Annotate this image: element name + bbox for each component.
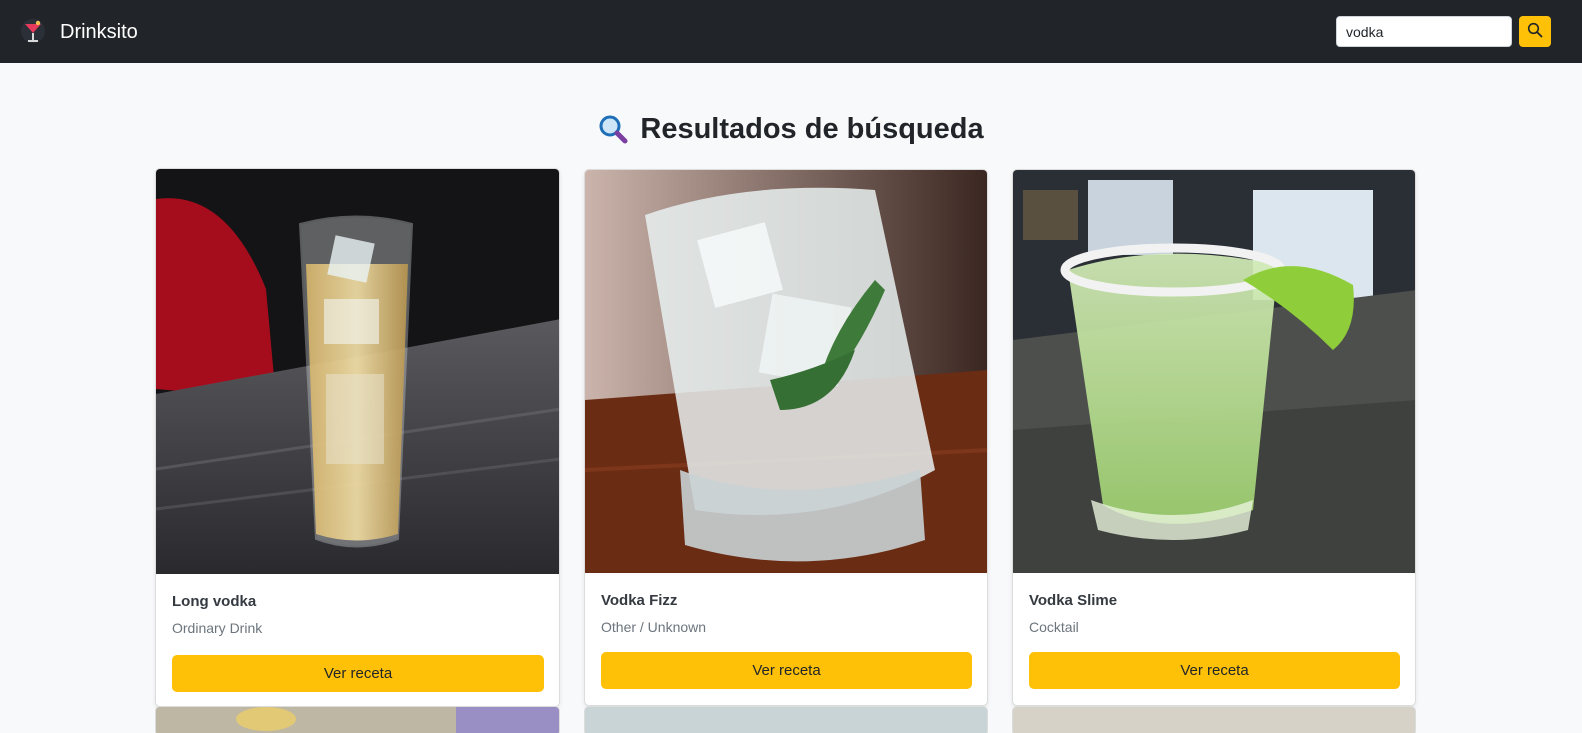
cocktail-logo-icon [20, 18, 46, 46]
drink-image[interactable] [585, 170, 987, 573]
result-card-partial [584, 706, 988, 733]
navbar: Drinksito [0, 0, 1582, 63]
drink-name: Vodka Slime [1029, 592, 1118, 609]
drink-category: Cocktail [1029, 619, 1079, 635]
view-recipe-button[interactable]: Ver receta [172, 655, 544, 692]
drink-image[interactable] [1013, 170, 1415, 573]
result-card: Vodka Slime Cocktail Ver receta [1012, 169, 1416, 706]
result-card: Vodka Fizz Other / Unknown Ver receta [584, 169, 988, 706]
brand-link[interactable]: Drinksito [20, 14, 138, 50]
brand-name: Drinksito [60, 20, 138, 43]
drink-category: Ordinary Drink [172, 620, 263, 636]
search-icon [1527, 22, 1543, 41]
search-button[interactable] [1519, 16, 1551, 47]
result-card: Long vodka Ordinary Drink Ver receta [155, 168, 560, 707]
view-recipe-button[interactable]: Ver receta [601, 652, 972, 689]
drink-image[interactable] [156, 169, 559, 574]
drink-name: Long vodka [172, 593, 257, 610]
result-card-partial [1012, 706, 1416, 733]
page-title: Resultados de búsqueda [0, 108, 1582, 150]
drink-name: Vodka Fizz [601, 592, 678, 609]
magnifier-icon [598, 114, 628, 144]
page-title-text: Resultados de búsqueda [640, 112, 984, 145]
search-input[interactable] [1336, 16, 1512, 47]
view-recipe-button[interactable]: Ver receta [1029, 652, 1400, 689]
result-card-partial [155, 706, 560, 733]
drink-category: Other / Unknown [601, 619, 707, 635]
